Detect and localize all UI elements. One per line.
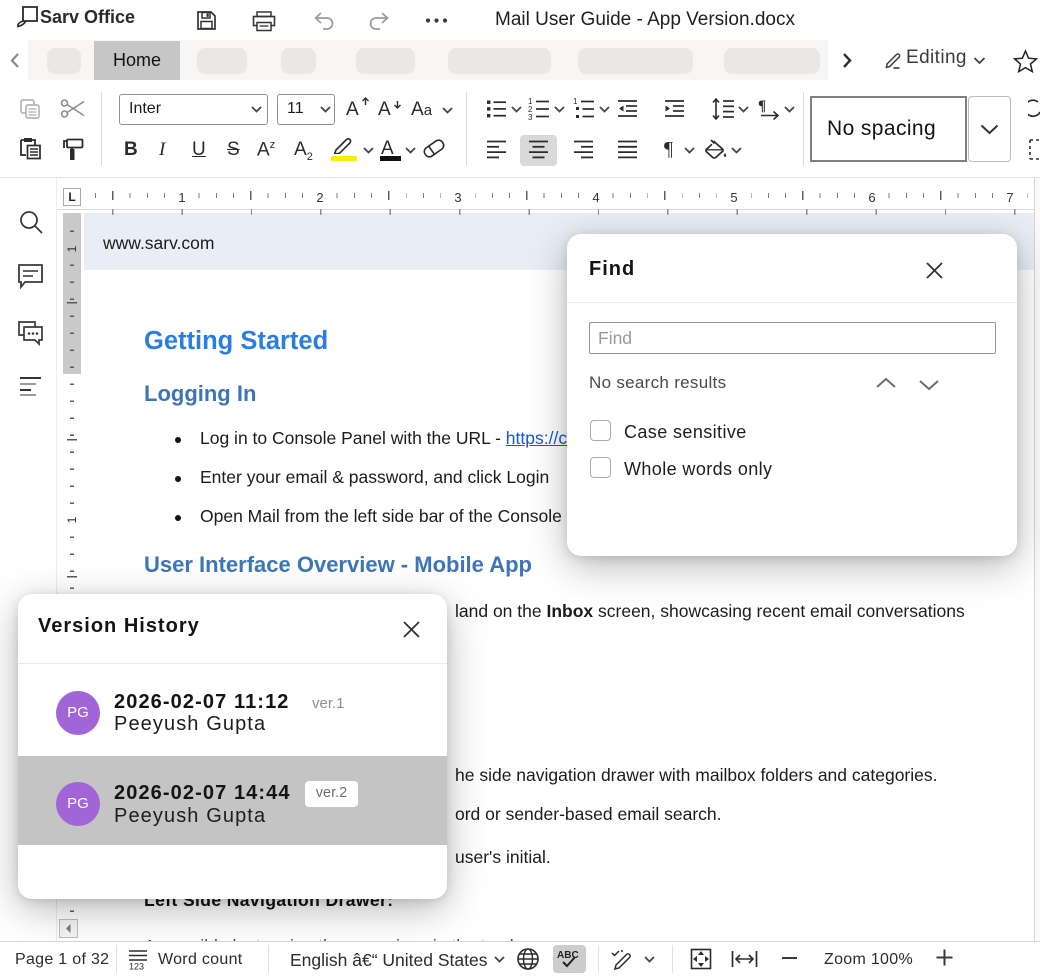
svg-text:123: 123 (129, 962, 144, 971)
svg-text:¶: ¶ (758, 98, 766, 114)
svg-text:3: 3 (528, 113, 533, 120)
svg-text:1: 1 (573, 97, 578, 106)
svg-text:ABC: ABC (557, 950, 579, 961)
